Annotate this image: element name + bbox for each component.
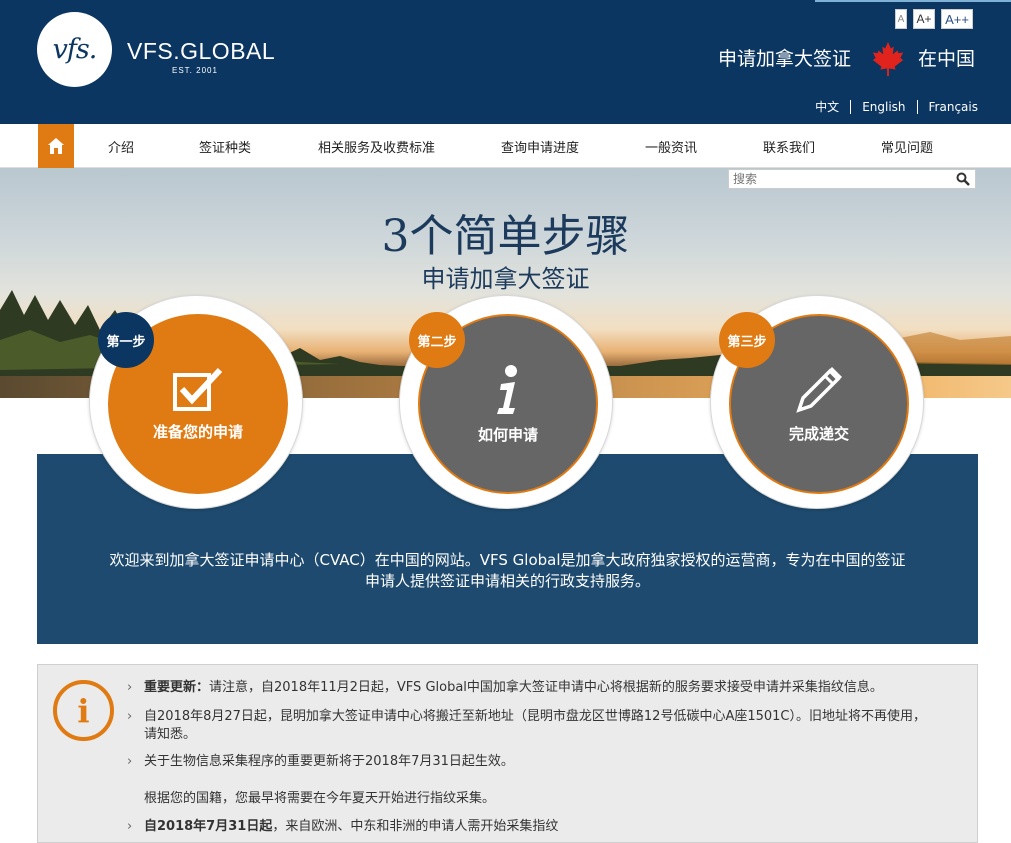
nav-item-contact-us[interactable]: 联系我们 [763,137,815,156]
search-icon [956,172,970,186]
info-icon: i [53,680,114,741]
nav-item-services-fees[interactable]: 相关服务及收费标准 [318,137,435,156]
nav-item-general-info[interactable]: 一般资讯 [645,137,697,156]
step-3-label: 完成递交 [788,424,849,443]
apply-canada-visa-title: 申请加拿大签证 [718,48,852,70]
nav-item-faq[interactable]: 常见问题 [881,137,933,156]
welcome-line-2: 申请人提供签证申请相关的行政支持服务。 [364,572,650,590]
hero-subtitle: 申请加拿大签证 [421,265,590,293]
nav-item-visa-types[interactable]: 签证种类 [199,137,251,156]
brand-established: EST. 2001 [172,66,218,75]
vfs-logo[interactable]: vfs. [37,12,112,87]
info-i-icon [497,364,517,414]
search-button[interactable] [951,170,975,188]
welcome-line-1: 欢迎来到加拿大签证申请中心（CVAC）在中国的网站。VFS Global是加拿大… [109,551,906,569]
chevron-right-icon: › [127,819,133,834]
search-input[interactable] [729,170,951,188]
home-button[interactable] [38,124,74,168]
step-3-badge: 第三步 [719,312,775,368]
site-header: vfs. VFS.GLOBAL EST. 2001 A A+ A++ 申请加拿大… [0,0,1011,124]
logo-text: vfs. [52,34,98,65]
hero-title: 3个简单步骤 [381,211,630,262]
notice-1-heading: 重要更新： [144,680,210,695]
notice-2-text: 自2018年8月27日起，昆明加拿大签证申请中心将搬迁至新地址（昆明市盘龙区世博… [144,709,926,742]
font-size-small-button[interactable]: A [895,9,907,29]
notice-4-text: ，来自欧洲、中东和非洲的申请人需开始采集指纹 [272,819,559,834]
chevron-right-icon: › [127,709,133,724]
font-size-medium-button[interactable]: A+ [913,9,935,29]
home-icon [48,138,64,154]
step-1-label: 准备您的申请 [152,422,243,441]
welcome-text: 欢迎来到加拿大签证申请中心（CVAC）在中国的网站。VFS Global是加拿大… [37,550,978,592]
notice-1-text: 请注意，自2018年11月2日起，VFS Global中国加拿大签证申请中心将根… [209,680,883,695]
checkbox-icon [173,367,223,411]
nav-item-track-application[interactable]: 查询申请进度 [501,137,579,156]
brand-name: VFS.GLOBAL [127,38,276,64]
step-1-badge: 第一步 [98,312,154,368]
country-label: 在中国 [918,48,976,70]
search-bar [728,169,976,189]
pencil-icon [796,366,842,413]
font-size-large-button[interactable]: A++ [941,9,973,29]
notice-4-heading: 自2018年7月31日起 [144,819,273,834]
nav-item-intro[interactable]: 介绍 [108,137,134,156]
step-2-label: 如何申请 [477,425,538,444]
header-accent-line [815,0,1011,2]
language-switcher: 中文 English Français [804,98,978,115]
maple-leaf-icon [872,41,904,77]
lang-french-link[interactable]: Français [918,100,978,114]
lang-english-link[interactable]: English [851,100,916,114]
chevron-right-icon: › [127,754,133,769]
step-2-badge: 第二步 [409,312,465,368]
lang-chinese-link[interactable]: 中文 [804,98,850,115]
notice-3-subtext: 根据您的国籍，您最早将需要在今年夏天开始进行指纹采集。 [144,791,496,806]
chevron-right-icon: › [127,680,133,695]
main-nav: 介绍 签证种类 相关服务及收费标准 查询申请进度 一般资讯 联系我们 常见问题 [0,124,1011,168]
notice-3-text: 关于生物信息采集程序的重要更新将于2018年7月31日起生效。 [144,754,514,769]
